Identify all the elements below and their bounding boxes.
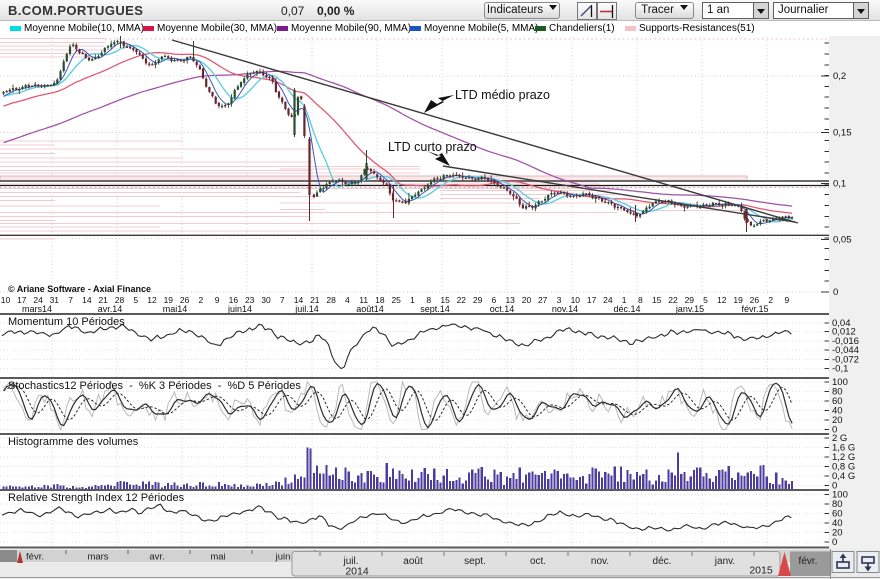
svg-text:oct.: oct.: [530, 556, 546, 567]
svg-text:juin: juin: [275, 552, 291, 563]
svg-text:0,1: 0,1: [833, 179, 846, 190]
svg-text:avr.: avr.: [149, 552, 164, 563]
svg-text:24: 24: [603, 295, 613, 305]
svg-text:Histogramme des volumes: Histogramme des volumes: [8, 436, 139, 448]
svg-text:oct.14: oct.14: [490, 304, 515, 314]
svg-text:juil.14: juil.14: [294, 304, 319, 314]
svg-text:-0,1: -0,1: [832, 364, 848, 375]
svg-text:27: 27: [538, 295, 548, 305]
svg-text:30: 30: [261, 295, 271, 305]
svg-text:sept.14: sept.14: [420, 304, 450, 314]
svg-text:5: 5: [133, 295, 138, 305]
svg-text:2015: 2015: [749, 565, 773, 577]
svg-text:12: 12: [717, 295, 727, 305]
svg-text:nov.: nov.: [591, 556, 609, 567]
svg-text:0,05: 0,05: [833, 235, 852, 246]
svg-text:29: 29: [473, 295, 483, 305]
svg-text:0,2: 0,2: [833, 71, 846, 82]
svg-text:Momentum 10 Périodes: Momentum 10 Périodes: [8, 316, 125, 328]
svg-text:22: 22: [457, 295, 467, 305]
svg-text:nov.14: nov.14: [552, 304, 578, 314]
svg-text:déc.: déc.: [653, 556, 672, 567]
svg-text:25: 25: [391, 295, 401, 305]
svg-text:0: 0: [833, 287, 838, 298]
svg-text:2: 2: [768, 295, 773, 305]
svg-text:17: 17: [587, 295, 597, 305]
svg-text:LTD médio prazo: LTD médio prazo: [455, 88, 550, 102]
svg-text:janv.15: janv.15: [675, 304, 704, 314]
svg-text:2: 2: [199, 295, 204, 305]
svg-text:0: 0: [832, 537, 837, 548]
svg-text:2014: 2014: [345, 566, 369, 578]
svg-text:28: 28: [326, 295, 336, 305]
svg-text:9: 9: [215, 295, 220, 305]
svg-text:févr.: févr.: [26, 552, 44, 563]
svg-text:0,15: 0,15: [833, 128, 852, 139]
svg-text:1: 1: [410, 295, 415, 305]
svg-text:déc.14: déc.14: [613, 304, 640, 314]
svg-text:7: 7: [280, 295, 285, 305]
svg-text:© Ariane Software - Axial Fina: © Ariane Software - Axial Finance: [8, 284, 151, 294]
svg-text:janv.: janv.: [714, 556, 735, 567]
svg-text:mai: mai: [210, 552, 225, 563]
svg-text:12: 12: [147, 295, 157, 305]
svg-text:févr.: févr.: [799, 556, 818, 567]
svg-text:7: 7: [68, 295, 73, 305]
svg-text:4: 4: [345, 295, 350, 305]
svg-text:août: août: [403, 556, 423, 567]
svg-text:Relative Strength Index 12 Pér: Relative Strength Index 12 Périodes: [8, 492, 185, 504]
svg-text:Stochastics12 Périodes - %K: Stochastics12 Périodes - %K 3 Périodes -…: [8, 380, 301, 392]
svg-text:sept.: sept.: [464, 556, 486, 567]
svg-text:14: 14: [82, 295, 92, 305]
svg-text:mars: mars: [87, 552, 108, 563]
svg-text:9: 9: [785, 295, 790, 305]
svg-text:20: 20: [522, 295, 532, 305]
svg-text:juin14: juin14: [227, 304, 252, 314]
svg-text:mars14: mars14: [22, 304, 52, 314]
svg-text:mai14: mai14: [163, 304, 188, 314]
svg-text:août14: août14: [356, 304, 384, 314]
svg-text:LTD curto prazo: LTD curto prazo: [388, 140, 477, 154]
svg-text:10: 10: [1, 295, 11, 305]
svg-text:avr.14: avr.14: [98, 304, 123, 314]
svg-text:févr.15: févr.15: [741, 304, 768, 314]
svg-text:15: 15: [652, 295, 662, 305]
